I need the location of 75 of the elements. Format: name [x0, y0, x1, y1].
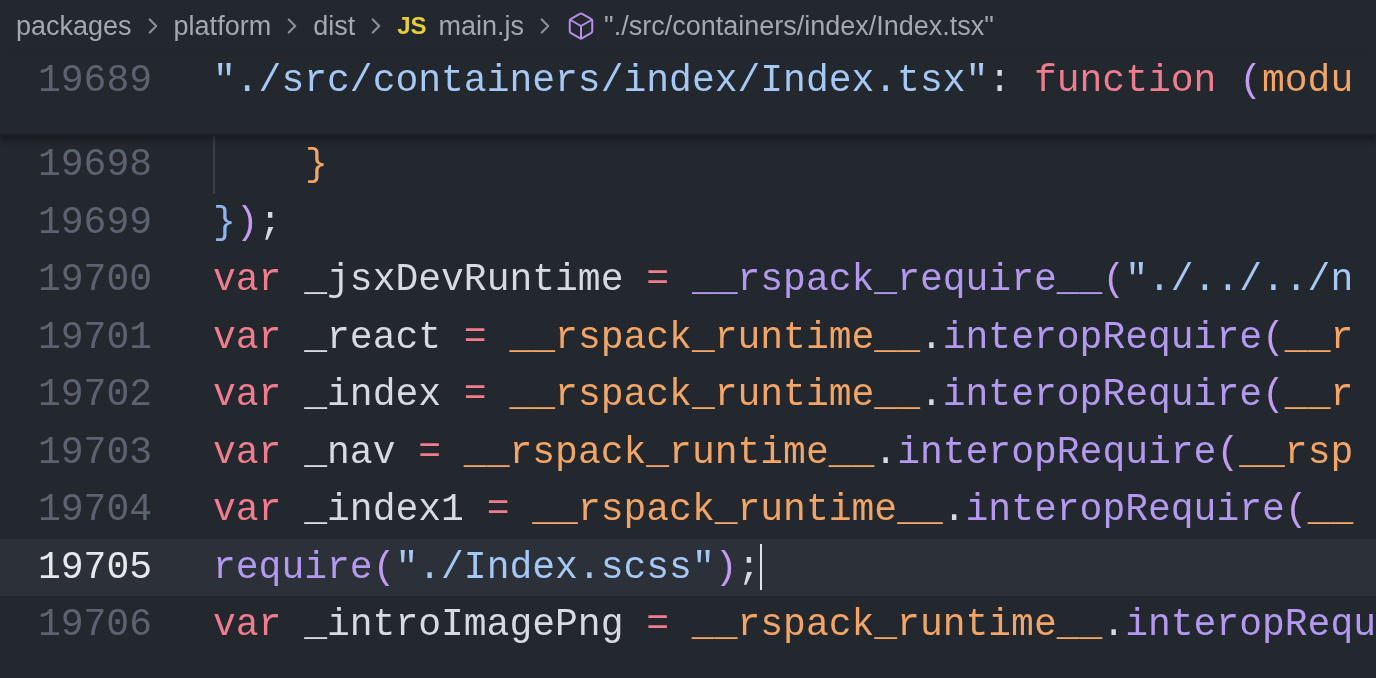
code-token: var	[212, 602, 282, 649]
code-token: interopRequire	[897, 429, 1217, 476]
code-token: (	[1216, 429, 1240, 476]
line-number: 19698	[37, 142, 152, 189]
code-token: "./Index.scss"	[395, 544, 715, 591]
code-token: }	[213, 199, 236, 246]
code-token: (	[1262, 372, 1285, 419]
code-token: .	[1102, 602, 1126, 649]
code-token: var	[213, 429, 282, 476]
breadcrumb-item[interactable]: packages	[16, 5, 132, 47]
code-token: =	[645, 257, 670, 304]
line-number: 19699	[37, 199, 152, 246]
code-token: =	[645, 602, 670, 649]
code-token: }	[304, 142, 328, 189]
code-token: __rsp	[1239, 429, 1354, 476]
line-number: 19704	[37, 487, 152, 534]
code-token: )	[714, 544, 738, 591]
line-number: 19701	[37, 314, 152, 361]
code-token: _nav	[303, 429, 396, 476]
line-number: 19703	[37, 429, 152, 476]
code-token: .	[919, 314, 943, 361]
code-token: "./../../n	[1125, 257, 1354, 304]
breadcrumb-item[interactable]: "./src/containers/index/Index.tsx"	[604, 5, 994, 47]
line-number: 19706	[37, 602, 152, 649]
breadcrumb-item[interactable]: dist	[313, 5, 356, 47]
code-token: __r	[1284, 372, 1354, 419]
line-number: 19705	[37, 544, 152, 591]
code-token: ;	[258, 199, 282, 246]
code-token: var	[213, 257, 282, 304]
code-token: modu	[1262, 58, 1354, 104]
code-token: __rspack_require__	[690, 257, 1103, 304]
code-token: var	[213, 372, 282, 419]
code-token: _react	[303, 314, 442, 361]
code-token: __	[1307, 487, 1354, 534]
code-token: require	[213, 544, 373, 591]
code-token: var	[213, 314, 282, 361]
code-token: .	[942, 487, 966, 534]
code-token: "./src/containers/index/Index.tsx"	[213, 58, 989, 104]
code-token: .	[874, 429, 898, 476]
code-token: (	[1238, 58, 1262, 104]
code-token: __rspack_runtime__	[508, 372, 920, 419]
line-number: 19702	[37, 372, 152, 419]
code-token: __rspack_runtime__	[690, 602, 1103, 649]
code-token: _index	[303, 372, 442, 419]
breadcrumb-item[interactable]: main.js	[438, 5, 525, 47]
code-token: (	[1262, 314, 1285, 361]
code-token: _jsxDevRuntime	[303, 257, 624, 304]
code-token: var	[213, 487, 282, 534]
code-token: (	[1284, 487, 1308, 534]
code-token: =	[462, 314, 487, 361]
line-number: 19700	[37, 257, 152, 304]
js-file-label: JS	[397, 11, 427, 41]
code-token: _introImagePng	[303, 602, 624, 649]
code-token: __rspack_runtime__	[531, 487, 943, 534]
code-token: interopRequire	[942, 314, 1263, 361]
code-token: interopRequire	[942, 372, 1263, 419]
code-token: __rspack_runtime__	[508, 314, 920, 361]
code-token: (	[372, 544, 396, 591]
text-cursor	[760, 544, 763, 591]
code-token: _index1	[303, 487, 464, 534]
code-token: =	[462, 372, 487, 419]
code-token: interopRequire	[965, 487, 1285, 534]
code-token: ;	[737, 544, 761, 591]
code-token: __rspack_runtime__	[462, 429, 875, 476]
code-token: function	[1032, 58, 1217, 104]
code-token: __r	[1284, 314, 1354, 361]
code-token: .	[919, 372, 943, 419]
code-token: interopRequ	[1125, 602, 1376, 649]
code-token: =	[485, 487, 510, 534]
code-token: =	[417, 429, 442, 476]
code-token: :	[988, 58, 1012, 104]
line-number: 19689	[37, 58, 152, 104]
code-token: )	[235, 199, 259, 246]
code-token: (	[1102, 257, 1126, 304]
breadcrumb-item[interactable]: platform	[173, 5, 272, 47]
